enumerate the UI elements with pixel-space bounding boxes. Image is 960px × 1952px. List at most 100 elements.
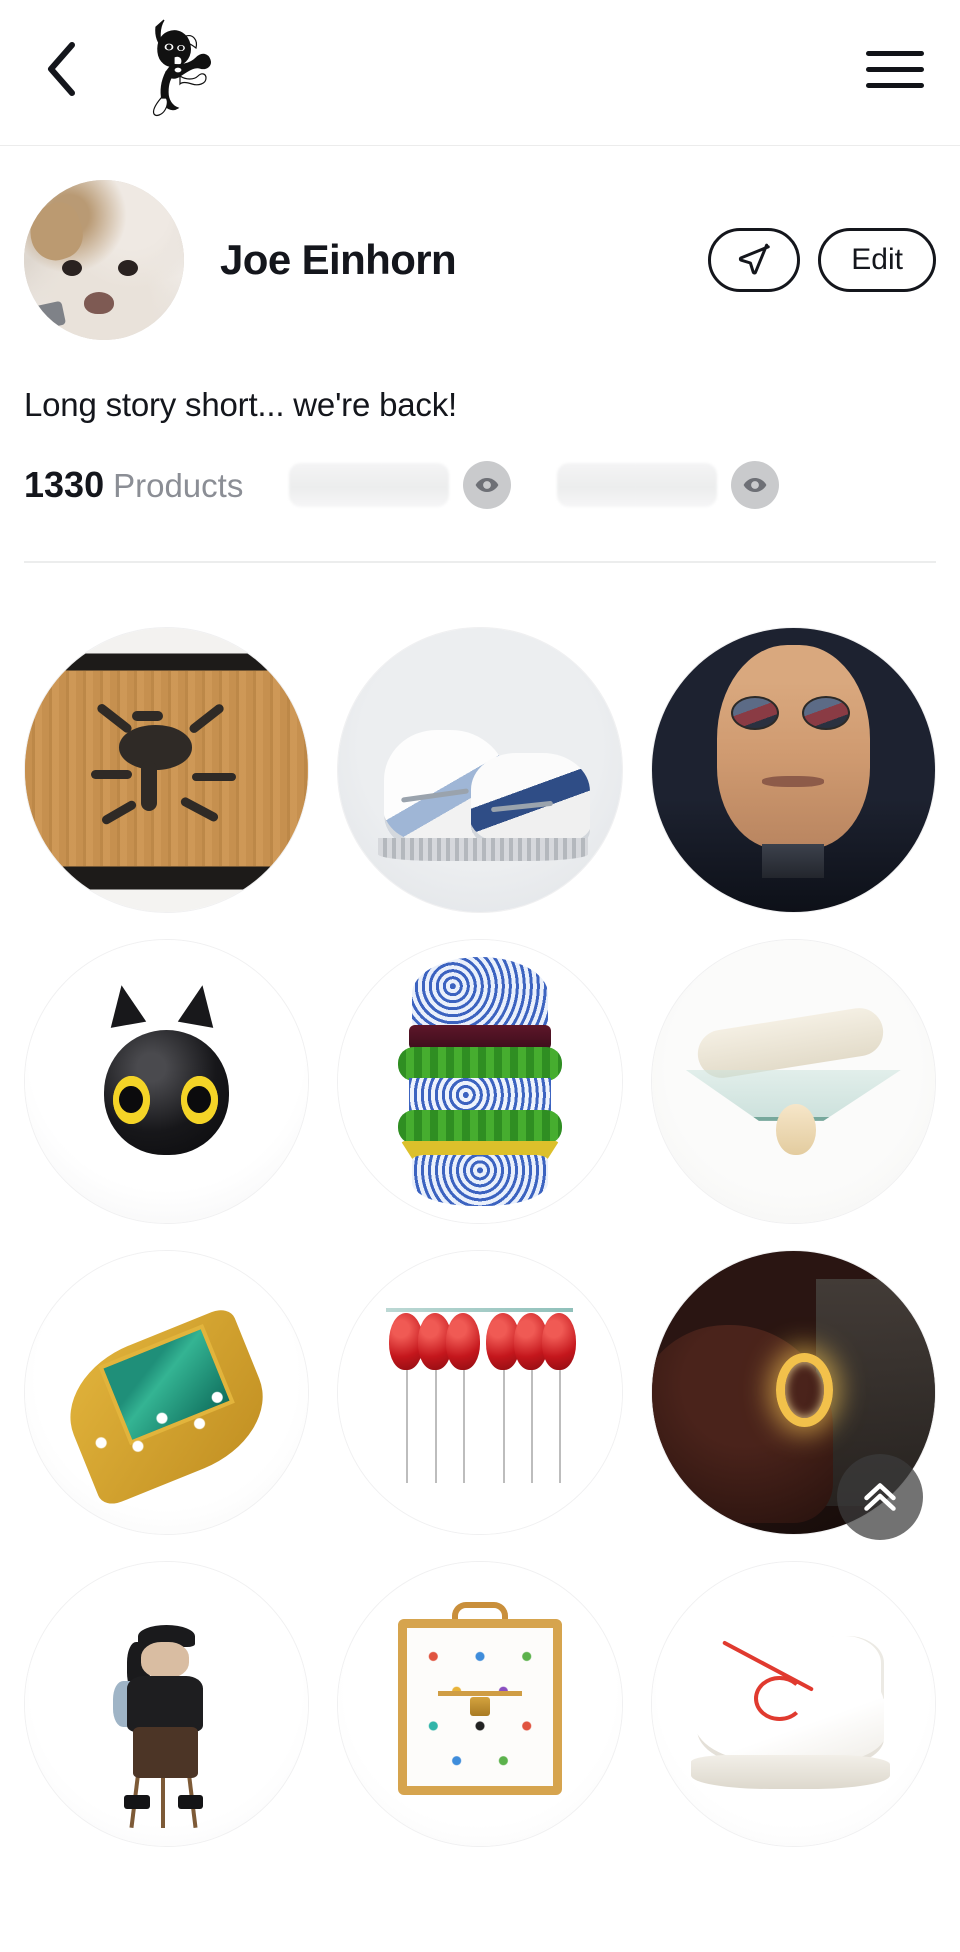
product-thumbnail: [651, 939, 935, 1223]
brass-lock: [469, 1697, 491, 1717]
double-chevron-up-icon: [864, 1483, 896, 1511]
hamburger-menu-button[interactable]: [866, 40, 928, 98]
vanity-case-body: [397, 1618, 563, 1795]
product-thumbnail: [338, 1250, 622, 1535]
eye-icon-button-2[interactable]: [731, 461, 780, 510]
red-balloon-table[interactable]: [337, 1249, 623, 1536]
profile-actions: Edit: [708, 228, 936, 292]
egg-support: [776, 1103, 816, 1155]
stat-products[interactable]: 1330 Products: [24, 464, 243, 506]
sneaker-sole: [691, 1754, 890, 1789]
sculpture-stand: [762, 843, 825, 878]
product-thumbnail: [338, 1562, 622, 1846]
page-title: Joe Einhorn: [220, 236, 457, 283]
sculpture-mouth: [762, 775, 825, 787]
sneaker-right: [471, 752, 591, 850]
product-thumbnail: [25, 939, 309, 1223]
stat-products-label: Products: [113, 467, 244, 505]
cat-ear-right: [177, 982, 221, 1028]
avatar[interactable]: [24, 180, 184, 340]
emerald-diamond-gold-ring[interactable]: [24, 1249, 310, 1536]
glass-table-with-egg[interactable]: [650, 938, 936, 1224]
profile-screen: Joe Einhorn Edit Long story short... we'…: [0, 0, 960, 1952]
cat-eye-left: [112, 1075, 150, 1124]
cat-ear-left: [103, 982, 147, 1028]
air-jordan-3-true-blue-sneakers[interactable]: [337, 627, 623, 913]
hyperrealistic-face-sculpture[interactable]: [650, 627, 936, 913]
product-thumbnail: [25, 628, 309, 912]
graffiti-figure: [87, 701, 246, 849]
louis-vuitton-multicolore-vanity-case[interactable]: [337, 1561, 623, 1847]
product-thumbnail: [338, 628, 622, 912]
profile-header-row: Joe Einhorn Edit: [0, 170, 960, 350]
balloon-string: [462, 1369, 465, 1484]
avatar-image: [24, 180, 184, 340]
profile-stats-row: 1330 Products: [0, 425, 960, 510]
seated-figure-art-toy[interactable]: [24, 1561, 310, 1847]
hamburger-bar-1: [866, 50, 924, 56]
product-thumbnail: [25, 1250, 309, 1535]
share-button[interactable]: [708, 228, 801, 292]
profile-bio: Long story short... we're back!: [24, 386, 457, 423]
stat-hidden-followers[interactable]: [289, 461, 512, 510]
avatar-dog-eye-left: [62, 260, 82, 276]
red-lace-loop: [753, 1675, 805, 1721]
hamburger-bar-2: [866, 66, 924, 72]
balloon-string: [406, 1369, 409, 1484]
product-thumbnail: [651, 628, 935, 912]
burger-patty-top: [409, 1024, 551, 1051]
black-cat-head-yellow-eyes-sculpture[interactable]: [24, 938, 310, 1224]
burger-lettuce-top: [397, 1047, 563, 1082]
figure-shirt: [126, 1675, 204, 1733]
figure-face: [141, 1641, 190, 1679]
eye-icon-button-1[interactable]: [463, 461, 512, 510]
figure-shoe-right: [177, 1794, 204, 1809]
balloon: [542, 1313, 577, 1370]
avatar-dog-nose: [84, 292, 114, 314]
stat-hidden-placeholder: [557, 463, 718, 508]
product-thumbnail: [338, 939, 622, 1223]
balloon-string: [559, 1369, 562, 1484]
fancy-dog-logo-icon: [152, 19, 211, 116]
stat-products-count: 1330: [24, 464, 105, 506]
sculpture-head: [716, 645, 870, 850]
eye-icon: [743, 478, 767, 493]
burger-lettuce-bottom: [397, 1109, 563, 1144]
fancy-dog-logo[interactable]: [122, 12, 230, 120]
app-header: [0, 0, 960, 146]
sunglass-lens-right: [801, 696, 850, 731]
case-seam: [437, 1691, 523, 1696]
stat-hidden-following[interactable]: [557, 461, 780, 510]
glowing-gold-ring: [776, 1352, 833, 1427]
avatar-dog-collar: [27, 300, 67, 332]
burger-top-bun: [411, 956, 548, 1031]
balloon-string: [434, 1369, 437, 1484]
avatar-dog-ear: [24, 197, 90, 267]
product-grid: [0, 563, 960, 1847]
scroll-to-top-button[interactable]: [837, 1454, 923, 1540]
avatar-dog-eye-right: [118, 260, 138, 276]
paper-roll: [694, 1004, 887, 1082]
elephant-print-sole: [377, 837, 588, 861]
balloon: [445, 1313, 480, 1370]
balloon-string: [502, 1369, 505, 1484]
send-paper-plane-icon: [739, 243, 771, 275]
balloon-string: [530, 1369, 533, 1484]
back-button[interactable]: [30, 38, 92, 100]
product-thumbnail: [651, 1562, 935, 1846]
edit-button[interactable]: Edit: [818, 228, 936, 292]
off-white-nike-white-sneaker[interactable]: [650, 1561, 936, 1847]
hamburger-bar-3: [866, 82, 924, 88]
product-thumbnail: [25, 1562, 309, 1846]
glass-tabletop: [386, 1307, 574, 1312]
figure-legs: [132, 1726, 198, 1778]
cat-eye-right: [180, 1075, 218, 1124]
figure-shoe-left: [124, 1794, 150, 1809]
chevron-left-icon: [48, 42, 75, 96]
eye-icon: [475, 478, 499, 493]
keith-haring-plywood-graffiti[interactable]: [24, 627, 310, 913]
burger-bottom-bun: [411, 1154, 548, 1206]
burger-middle-bun: [409, 1078, 551, 1113]
stat-hidden-placeholder: [289, 463, 450, 508]
blue-white-porcelain-burger-sculpture[interactable]: [337, 938, 623, 1224]
